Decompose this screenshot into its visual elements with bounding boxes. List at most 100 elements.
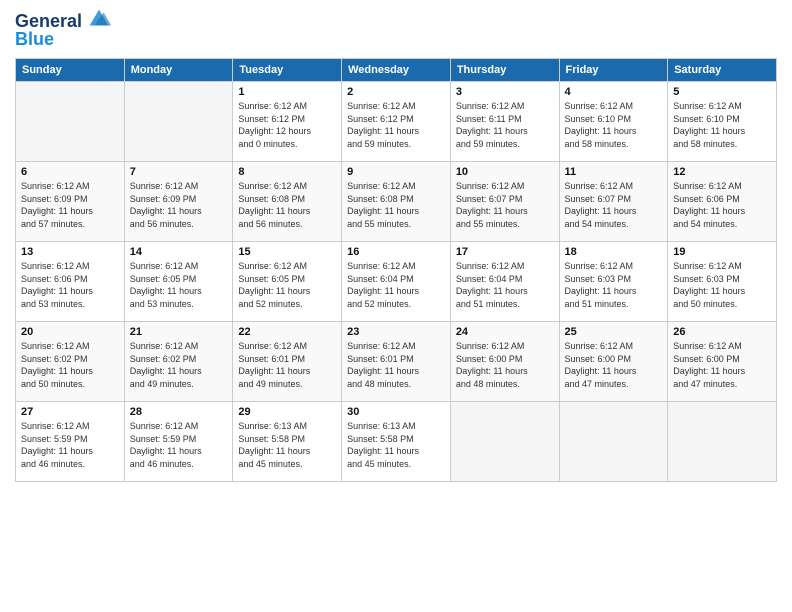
calendar-cell: 28 Sunrise: 6:12 AM Sunset: 5:59 PM Dayli… — [124, 402, 233, 482]
day-number: 5 — [673, 86, 771, 98]
calendar-cell: 20 Sunrise: 6:12 AM Sunset: 6:02 PM Dayli… — [16, 322, 125, 402]
calendar-cell: 1 Sunrise: 6:12 AM Sunset: 6:12 PM Daylig… — [233, 82, 342, 162]
day-info: Sunrise: 6:12 AM Sunset: 6:12 PM Dayligh… — [347, 100, 445, 150]
day-info: Sunrise: 6:12 AM Sunset: 6:03 PM Dayligh… — [565, 260, 663, 310]
day-number: 23 — [347, 326, 445, 338]
calendar-cell: 11Sunrise: 6:12 AM Sunset: 6:07 PM Dayli… — [559, 162, 668, 242]
calendar-cell — [16, 82, 125, 162]
day-info: Sunrise: 6:12 AM Sunset: 6:09 PM Dayligh… — [21, 180, 119, 230]
day-info: Sunrise: 6:12 AM Sunset: 6:08 PM Dayligh… — [238, 180, 336, 230]
calendar-week-row: 6 Sunrise: 6:12 AM Sunset: 6:09 PM Daylig… — [16, 162, 777, 242]
calendar-cell: 13 Sunrise: 6:12 AM Sunset: 6:06 PM Dayli… — [16, 242, 125, 322]
day-info: Sunrise: 6:12 AM Sunset: 6:07 PM Dayligh… — [456, 180, 554, 230]
day-info: Sunrise: 6:12 AM Sunset: 6:12 PM Dayligh… — [238, 100, 336, 150]
logo-icon — [85, 5, 113, 33]
weekday-header: Monday — [124, 59, 233, 82]
day-number: 24 — [456, 326, 554, 338]
day-number: 29 — [238, 406, 336, 418]
day-number: 2 — [347, 86, 445, 98]
calendar-cell: 21 Sunrise: 6:12 AM Sunset: 6:02 PM Dayli… — [124, 322, 233, 402]
calendar-cell: 18Sunrise: 6:12 AM Sunset: 6:03 PM Dayli… — [559, 242, 668, 322]
day-info: Sunrise: 6:12 AM Sunset: 6:02 PM Dayligh… — [130, 340, 228, 390]
weekday-header: Thursday — [450, 59, 559, 82]
calendar-cell: 5 Sunrise: 6:12 AM Sunset: 6:10 PM Daylig… — [668, 82, 777, 162]
calendar-cell — [559, 402, 668, 482]
day-info: Sunrise: 6:13 AM Sunset: 5:58 PM Dayligh… — [347, 420, 445, 470]
day-number: 28 — [130, 406, 228, 418]
calendar-cell: 16 Sunrise: 6:12 AM Sunset: 6:04 PM Dayli… — [342, 242, 451, 322]
page-container: General Blue SundayMondayTuesdayWednesda… — [0, 0, 792, 492]
day-number: 20 — [21, 326, 119, 338]
day-number: 6 — [21, 166, 119, 178]
calendar-cell: 9Sunrise: 6:12 AM Sunset: 6:08 PM Daylig… — [342, 162, 451, 242]
day-info: Sunrise: 6:12 AM Sunset: 6:09 PM Dayligh… — [130, 180, 228, 230]
weekday-header: Friday — [559, 59, 668, 82]
calendar-week-row: 27 Sunrise: 6:12 AM Sunset: 5:59 PM Dayli… — [16, 402, 777, 482]
calendar-cell: 22Sunrise: 6:12 AM Sunset: 6:01 PM Dayli… — [233, 322, 342, 402]
day-info: Sunrise: 6:12 AM Sunset: 5:59 PM Dayligh… — [21, 420, 119, 470]
day-number: 17 — [456, 246, 554, 258]
day-number: 3 — [456, 86, 554, 98]
calendar-cell: 14 Sunrise: 6:12 AM Sunset: 6:05 PM Dayli… — [124, 242, 233, 322]
day-number: 21 — [130, 326, 228, 338]
calendar-week-row: 13 Sunrise: 6:12 AM Sunset: 6:06 PM Dayli… — [16, 242, 777, 322]
day-number: 30 — [347, 406, 445, 418]
calendar-cell — [124, 82, 233, 162]
calendar-table: SundayMondayTuesdayWednesdayThursdayFrid… — [15, 58, 777, 482]
logo: General Blue — [15, 10, 113, 50]
weekday-header: Tuesday — [233, 59, 342, 82]
calendar-cell: 23 Sunrise: 6:12 AM Sunset: 6:01 PM Dayli… — [342, 322, 451, 402]
weekday-header: Wednesday — [342, 59, 451, 82]
day-number: 13 — [21, 246, 119, 258]
day-number: 7 — [130, 166, 228, 178]
day-number: 16 — [347, 246, 445, 258]
day-info: Sunrise: 6:12 AM Sunset: 6:11 PM Dayligh… — [456, 100, 554, 150]
day-info: Sunrise: 6:12 AM Sunset: 6:04 PM Dayligh… — [347, 260, 445, 310]
day-number: 8 — [238, 166, 336, 178]
day-info: Sunrise: 6:12 AM Sunset: 6:05 PM Dayligh… — [130, 260, 228, 310]
day-number: 19 — [673, 246, 771, 258]
day-number: 27 — [21, 406, 119, 418]
day-number: 1 — [238, 86, 336, 98]
calendar-cell: 24 Sunrise: 6:12 AM Sunset: 6:00 PM Dayli… — [450, 322, 559, 402]
day-info: Sunrise: 6:12 AM Sunset: 5:59 PM Dayligh… — [130, 420, 228, 470]
calendar-week-row: 1 Sunrise: 6:12 AM Sunset: 6:12 PM Daylig… — [16, 82, 777, 162]
day-info: Sunrise: 6:12 AM Sunset: 6:02 PM Dayligh… — [21, 340, 119, 390]
calendar-header-row: SundayMondayTuesdayWednesdayThursdayFrid… — [16, 59, 777, 82]
day-number: 25 — [565, 326, 663, 338]
calendar-cell — [668, 402, 777, 482]
day-number: 26 — [673, 326, 771, 338]
day-info: Sunrise: 6:12 AM Sunset: 6:00 PM Dayligh… — [673, 340, 771, 390]
day-info: Sunrise: 6:12 AM Sunset: 6:10 PM Dayligh… — [565, 100, 663, 150]
calendar-cell: 26 Sunrise: 6:12 AM Sunset: 6:00 PM Dayli… — [668, 322, 777, 402]
calendar-cell: 17 Sunrise: 6:12 AM Sunset: 6:04 PM Dayli… — [450, 242, 559, 322]
day-info: Sunrise: 6:12 AM Sunset: 6:08 PM Dayligh… — [347, 180, 445, 230]
day-number: 4 — [565, 86, 663, 98]
calendar-cell: 12Sunrise: 6:12 AM Sunset: 6:06 PM Dayli… — [668, 162, 777, 242]
day-info: Sunrise: 6:12 AM Sunset: 6:10 PM Dayligh… — [673, 100, 771, 150]
day-info: Sunrise: 6:12 AM Sunset: 6:00 PM Dayligh… — [456, 340, 554, 390]
day-number: 12 — [673, 166, 771, 178]
calendar-cell: 30 Sunrise: 6:13 AM Sunset: 5:58 PM Dayli… — [342, 402, 451, 482]
calendar-cell: 6 Sunrise: 6:12 AM Sunset: 6:09 PM Daylig… — [16, 162, 125, 242]
header: General Blue — [15, 10, 777, 50]
day-info: Sunrise: 6:12 AM Sunset: 6:07 PM Dayligh… — [565, 180, 663, 230]
day-info: Sunrise: 6:13 AM Sunset: 5:58 PM Dayligh… — [238, 420, 336, 470]
day-info: Sunrise: 6:12 AM Sunset: 6:05 PM Dayligh… — [238, 260, 336, 310]
calendar-cell: 29 Sunrise: 6:13 AM Sunset: 5:58 PM Dayli… — [233, 402, 342, 482]
calendar-cell — [450, 402, 559, 482]
day-number: 14 — [130, 246, 228, 258]
calendar-cell: 10Sunrise: 6:12 AM Sunset: 6:07 PM Dayli… — [450, 162, 559, 242]
day-info: Sunrise: 6:12 AM Sunset: 6:01 PM Dayligh… — [238, 340, 336, 390]
calendar-cell: 3 Sunrise: 6:12 AM Sunset: 6:11 PM Daylig… — [450, 82, 559, 162]
weekday-header: Sunday — [16, 59, 125, 82]
calendar-cell: 8 Sunrise: 6:12 AM Sunset: 6:08 PM Daylig… — [233, 162, 342, 242]
day-info: Sunrise: 6:12 AM Sunset: 6:04 PM Dayligh… — [456, 260, 554, 310]
calendar-cell: 4 Sunrise: 6:12 AM Sunset: 6:10 PM Daylig… — [559, 82, 668, 162]
weekday-header: Saturday — [668, 59, 777, 82]
day-info: Sunrise: 6:12 AM Sunset: 6:03 PM Dayligh… — [673, 260, 771, 310]
calendar-cell: 2 Sunrise: 6:12 AM Sunset: 6:12 PM Daylig… — [342, 82, 451, 162]
day-info: Sunrise: 6:12 AM Sunset: 6:06 PM Dayligh… — [21, 260, 119, 310]
calendar-cell: 15Sunrise: 6:12 AM Sunset: 6:05 PM Dayli… — [233, 242, 342, 322]
day-info: Sunrise: 6:12 AM Sunset: 6:01 PM Dayligh… — [347, 340, 445, 390]
